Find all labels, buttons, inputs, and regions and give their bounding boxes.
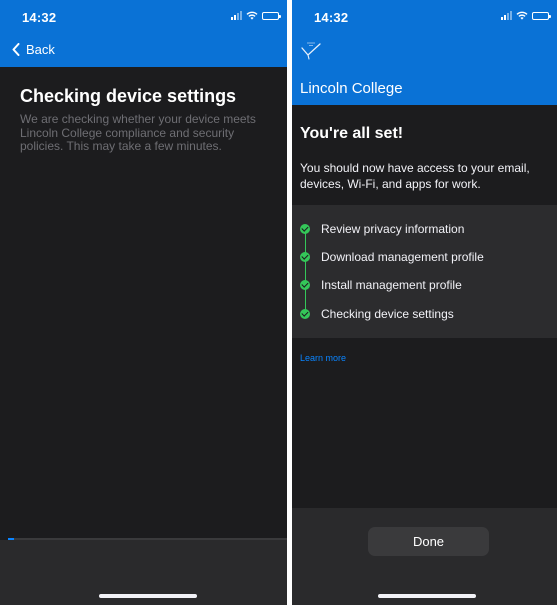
step-label: Download management profile bbox=[321, 250, 484, 264]
status-time: 14:32 bbox=[314, 10, 349, 25]
step-download-profile: Download management profile bbox=[300, 249, 484, 265]
success-title: You're all set! bbox=[300, 125, 404, 142]
success-description: You should now have access to your email… bbox=[300, 161, 530, 191]
setup-complete-screen: 14:32 Lincoln College You're all set! Yo… bbox=[292, 0, 557, 605]
success-section: You're all set! You should now have acce… bbox=[292, 105, 557, 205]
status-bar: 14:32 bbox=[292, 0, 557, 33]
checking-settings-screen: 14:32 Back Checking device settings We a… bbox=[0, 0, 287, 605]
home-indicator[interactable] bbox=[99, 594, 197, 598]
status-icons bbox=[231, 11, 281, 20]
battery-icon bbox=[262, 11, 281, 20]
check-circle-icon bbox=[300, 280, 310, 290]
status-time: 14:32 bbox=[22, 10, 57, 25]
chevron-left-icon bbox=[12, 43, 20, 56]
check-circle-icon bbox=[300, 224, 310, 234]
done-button[interactable]: Done bbox=[368, 527, 489, 556]
signal-icon bbox=[501, 11, 512, 20]
learn-more-link[interactable]: Learn more bbox=[300, 353, 346, 363]
wifi-icon bbox=[516, 11, 528, 20]
check-circle-icon bbox=[300, 309, 310, 319]
battery-icon bbox=[532, 11, 551, 20]
step-review-privacy: Review privacy information bbox=[300, 221, 464, 237]
home-indicator[interactable] bbox=[378, 594, 476, 598]
wifi-icon bbox=[246, 11, 258, 20]
college-logo-icon bbox=[301, 42, 321, 60]
signal-icon bbox=[231, 11, 242, 20]
organization-name: Lincoln College bbox=[300, 80, 403, 97]
status-icons bbox=[501, 11, 551, 20]
steps-connector-line bbox=[305, 229, 306, 315]
step-checking-settings: Checking device settings bbox=[300, 306, 454, 322]
check-circle-icon bbox=[300, 252, 310, 262]
back-label: Back bbox=[26, 42, 55, 57]
back-button[interactable]: Back bbox=[12, 42, 55, 57]
step-label: Install management profile bbox=[321, 278, 462, 292]
step-label: Checking device settings bbox=[321, 307, 454, 321]
step-install-profile: Install management profile bbox=[300, 277, 462, 293]
org-header: Lincoln College bbox=[292, 33, 557, 105]
status-bar: 14:32 bbox=[0, 0, 287, 33]
bottom-toolbar bbox=[292, 508, 557, 605]
steps-list: Review privacy information Download mana… bbox=[292, 205, 557, 338]
page-title: Checking device settings bbox=[20, 86, 237, 106]
navigation-bar: Back bbox=[0, 33, 287, 67]
page-description: We are checking whether your device meet… bbox=[20, 112, 256, 153]
step-label: Review privacy information bbox=[321, 222, 465, 236]
